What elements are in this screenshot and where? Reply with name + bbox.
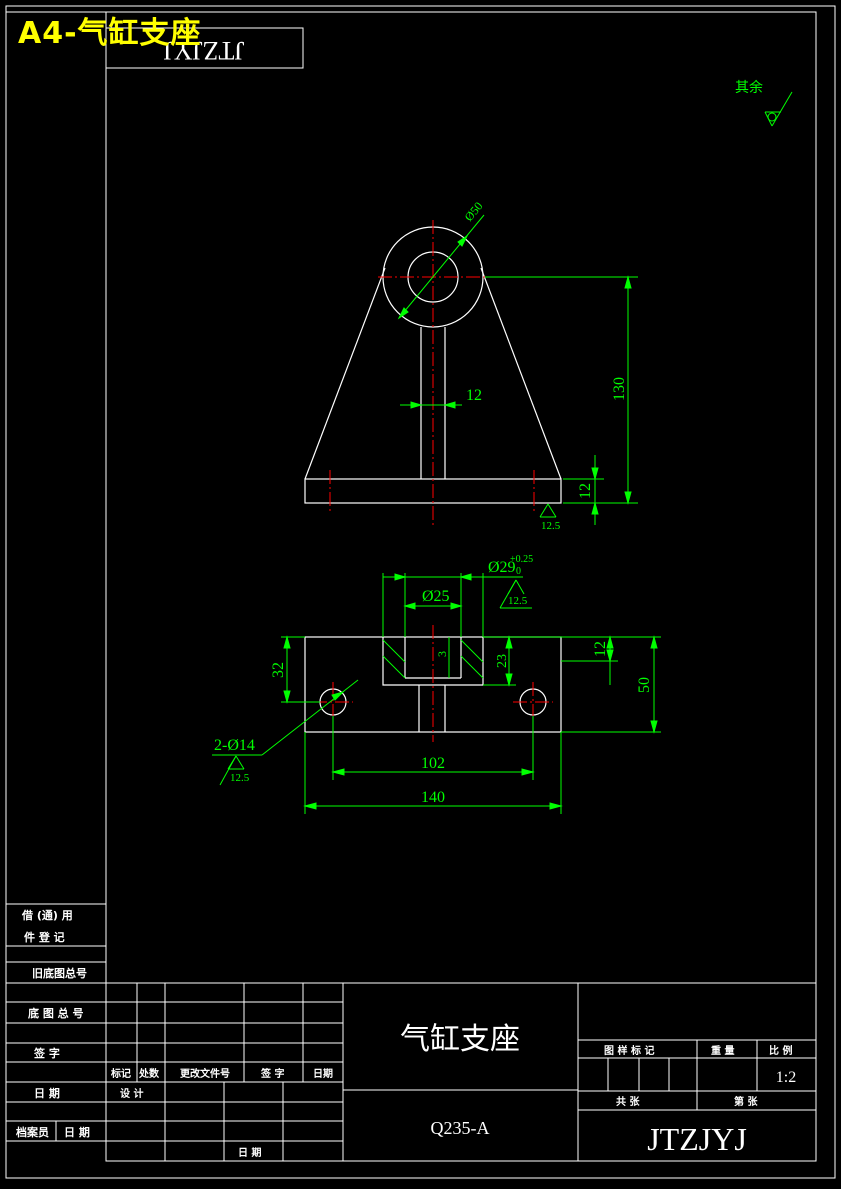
dim-hole-height: 32 — [270, 662, 287, 678]
dim-inner-dia: Ø25 — [422, 588, 450, 605]
roughness-note-symbol — [764, 91, 793, 127]
roughness-note-label: 其余 — [735, 79, 763, 96]
hdr-total-sheets: 共 张 — [616, 1095, 640, 1108]
dim-base-thickness: 12 — [577, 483, 594, 499]
dim-hole-dia: Ø50 — [462, 199, 486, 224]
hdr-sheet-no: 第 张 — [734, 1095, 758, 1108]
dim-bore-tol-upper: +0.25 — [510, 554, 533, 565]
hdr-date2: 日 期 — [238, 1146, 261, 1159]
hdr-stage-mark: 图 样 标 记 — [604, 1044, 654, 1057]
hdr-weight: 重 量 — [711, 1044, 734, 1057]
drawing-code: JTZJYJ — [647, 1121, 747, 1157]
side-old-drawing: 旧底图总号 — [32, 966, 87, 980]
hdr-count: 处数 — [138, 1067, 160, 1080]
side-base-drawing: 底 图 总 号 — [28, 1006, 84, 1020]
side-usage-line2: 件 登 记 — [24, 930, 65, 944]
dim-overall-width: 140 — [421, 789, 445, 806]
dim-hole-spacing: 102 — [421, 755, 445, 772]
part-name: 气缸支座 — [400, 1022, 520, 1057]
dim-height: 130 — [611, 377, 628, 401]
holes-roughness: 12.5 — [230, 772, 250, 784]
side-date: 日 期 — [34, 1086, 60, 1100]
dim-top-thickness: 12 — [592, 641, 609, 657]
front-view: Ø50 12 130 12 12.5 — [304, 199, 638, 532]
side-signature: 签 字 — [33, 1046, 60, 1060]
overlay-title: A4-气缸支座 — [18, 16, 202, 51]
hdr-mark: 标记 — [110, 1067, 131, 1080]
dim-holes: 2-Ø14 — [214, 737, 255, 754]
side-archivist-date: 日 期 — [64, 1125, 90, 1139]
bottom-view: Ø29 +0.25 0 12.5 Ø25 3 23 12 50 32 2-Ø14… — [212, 554, 661, 814]
dim-bore-tol-lower: 0 — [516, 566, 521, 577]
side-usage-line1: 借 (通) 用 — [21, 908, 73, 922]
front-roughness: 12.5 — [541, 520, 561, 532]
hdr-date: 日期 — [313, 1067, 333, 1080]
bottom-view-dimensions — [212, 573, 661, 814]
side-archivist: 档案员 — [16, 1125, 49, 1139]
bore-roughness: 12.5 — [508, 595, 528, 607]
dim-chamfer: 3 — [435, 651, 449, 657]
hdr-design: 设 计 — [120, 1087, 143, 1100]
dim-total-height: 50 — [636, 677, 653, 693]
scale-value: 1:2 — [776, 1069, 796, 1086]
dim-web-thickness: 12 — [466, 387, 482, 404]
dim-counterbore-depth: 23 — [495, 654, 510, 668]
hdr-scale: 比 例 — [769, 1044, 792, 1057]
drawing-sheet: JTZJYJ 其余 Ø50 12 130 12 12.5 Ø29 +0.25 0… — [5, 5, 836, 1179]
hdr-change-doc: 更改文件号 — [180, 1067, 230, 1080]
material: Q235-A — [431, 1118, 490, 1138]
hdr-sign: 签 字 — [260, 1067, 284, 1080]
bottom-view-centerlines — [313, 625, 553, 742]
